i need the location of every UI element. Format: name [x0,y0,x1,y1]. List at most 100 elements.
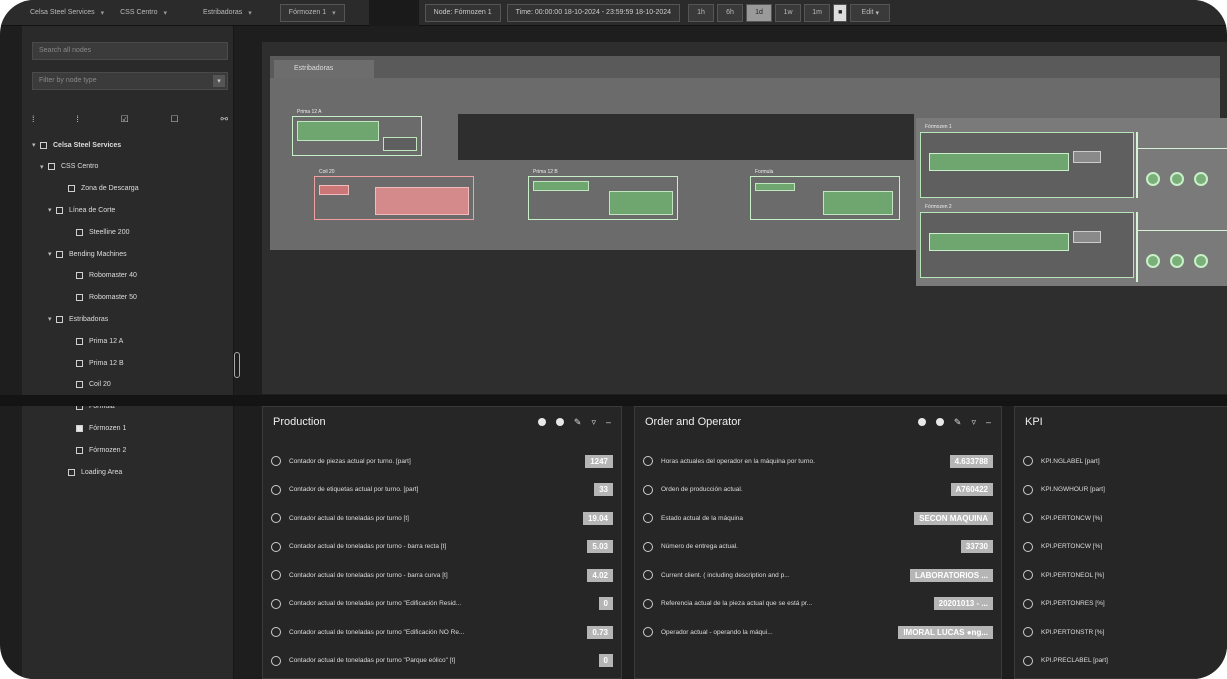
tree-node-checkbox[interactable] [76,337,83,345]
list-item[interactable]: Contador actual de toneladas por turno [… [271,508,613,528]
tree-node-checkbox[interactable] [40,141,47,149]
time-range-field[interactable]: Time: 00:00:00 18-10-2024 - 23:59:59 18-… [506,3,681,22]
collapse-all-icon[interactable]: ⁞ [76,114,79,124]
tree-node-checkbox[interactable] [76,359,83,367]
range-button-1d[interactable]: 1d [746,3,773,22]
list-item[interactable]: Contador actual de toneladas por turno -… [271,565,613,585]
edit-icon[interactable]: ✎ [954,417,962,428]
tree-node-checkbox[interactable] [56,315,63,323]
tab-estribadoras[interactable]: Estribadoras [274,60,374,78]
tree-node[interactable]: Zona de Descarga [60,182,139,196]
tree-node[interactable]: Robomaster 40 [68,269,137,283]
list-item[interactable]: Current client. ( including description … [643,565,993,585]
mode-dropdown[interactable]: Edit ▾ [850,3,891,22]
list-item[interactable]: Contador actual de toneladas por turno -… [271,537,613,557]
list-item[interactable]: KPI.NGLABEL [part] [1023,451,1219,471]
list-item[interactable]: Contador actual de toneladas por turno "… [271,622,613,642]
list-item[interactable]: KPI.PERTONRES [%] [1023,594,1219,614]
tree-node[interactable]: Coil 20 [68,378,111,392]
tree-node[interactable]: Loading Area [60,465,122,479]
list-item[interactable]: Orden de producción actual. A760422 [643,480,993,500]
tree-node[interactable]: ▾ Celsa Steel Services [32,138,121,152]
chevron-down-icon[interactable]: ▾ [48,250,56,258]
tree-node-checkbox[interactable] [56,206,63,214]
machine-coil-20[interactable]: Coil 20 [314,169,474,220]
chevron-down-icon[interactable]: ▾ [32,141,40,149]
tree-node-checkbox[interactable] [48,163,55,171]
tree-node-checkbox[interactable] [76,294,83,302]
tree-node[interactable]: ▾ Línea de Corte [48,203,115,217]
tree-node-checkbox[interactable] [56,250,63,258]
sidebar-collapse-handle[interactable] [234,352,240,378]
tree-node[interactable]: ▾ Estribadoras [48,312,108,326]
tree-node-checkbox[interactable] [76,381,83,389]
list-item[interactable]: Número de entrega actual. 33730 [643,537,993,557]
list-item[interactable]: KPI.PERTONCW [%] [1023,508,1219,528]
breadcrumb-site[interactable]: CSS Centro ▾ [112,0,175,25]
tree-node-checkbox[interactable] [76,446,83,454]
list-item[interactable]: KPI.NGWHOUR [part] [1023,480,1219,500]
list-item[interactable]: KPI.PERTONSTR [%] [1023,622,1219,642]
list-item[interactable]: Contador de piezas actual por turno. [pa… [271,451,613,471]
range-button-1h[interactable]: 1h [688,3,715,22]
save-icon[interactable]: ■ [833,3,848,22]
machine-prima-12a[interactable]: Prima 12 A [292,109,422,156]
filter-icon[interactable]: ▿ [591,417,596,428]
tree-node-checkbox[interactable] [76,272,83,280]
tree-node[interactable]: Prima 12 B [68,356,124,370]
list-item[interactable]: Operador actual - operando la máqui... IM… [643,622,993,642]
tree-node-checkbox[interactable] [68,468,75,476]
tree-node[interactable]: Prima 12 A [68,334,123,348]
expand-all-icon[interactable]: ⁞ [32,114,35,124]
tree-node-checkbox[interactable] [76,424,83,432]
node-field[interactable]: Node: Fórmozen 1 [424,3,501,22]
breadcrumb-company[interactable]: Celsa Steel Services ▾ [0,0,112,25]
machine-formula[interactable]: Formula [750,169,900,220]
machine-formozen-1[interactable]: Fórmozen 1 [920,124,1134,198]
coil-wheel-icon [1170,254,1184,268]
list-item[interactable]: KPI.PRECLABEL [part] [1023,651,1219,671]
tree-node-checkbox[interactable] [68,185,75,193]
list-item[interactable]: KPI.PERTONCW [%] [1023,537,1219,557]
tree-node[interactable]: ▾ Bending Machines [48,247,127,261]
range-button-1w[interactable]: 1w [775,3,802,22]
uncheck-all-icon[interactable]: ☐ [171,114,179,125]
breadcrumb-machine[interactable]: Fórmozen 1 ▾ [279,3,345,22]
node-type-filter[interactable]: Filter by node type ▾ [32,72,228,90]
machine-label: Fórmozen 1 [925,124,952,130]
info-icon[interactable] [917,418,926,426]
tree-node-label: Bending Machines [69,250,127,258]
link-icon[interactable]: ⚯ [220,114,228,125]
minimize-icon[interactable]: – [986,417,991,427]
range-button-1m[interactable]: 1m [804,3,831,22]
edit-icon[interactable]: ✎ [574,417,582,428]
list-item[interactable]: Contador actual de toneladas por turno "… [271,651,613,671]
list-item[interactable]: Horas actuales del operador en la máquin… [643,451,993,471]
tree-node-checkbox[interactable] [76,228,83,236]
machine-prima-12b[interactable]: Prima 12 B [528,169,678,220]
chevron-down-icon[interactable]: ▾ [48,315,56,323]
range-button-6h[interactable]: 6h [717,3,744,22]
check-all-icon[interactable]: ☑ [121,114,129,125]
tree-node[interactable]: Fórmozen 2 [68,443,126,457]
list-item[interactable]: Contador actual de toneladas por turno "… [271,594,613,614]
tree-node[interactable]: ▾ CSS Centro [40,160,98,174]
chevron-down-icon[interactable]: ▾ [48,206,56,214]
filter-icon[interactable]: ▿ [971,417,976,428]
machine-formozen-2[interactable]: Fórmozen 2 [920,204,1134,278]
search-input[interactable]: Search all nodes [32,42,228,60]
tree-node[interactable]: Steelline 200 [68,225,129,239]
settings-icon[interactable] [555,418,564,426]
info-icon[interactable] [537,418,546,426]
tree-node[interactable]: Robomaster 50 [68,291,137,305]
settings-icon[interactable] [935,418,944,426]
node-type-filter-placeholder: Filter by node type [39,77,97,84]
chevron-down-icon[interactable]: ▾ [40,163,48,171]
list-item[interactable]: Referencia actual de la pieza actual que… [643,594,993,614]
list-item[interactable]: Estado actual de la máquina SECON MAQUINA [643,508,993,528]
minimize-icon[interactable]: – [606,417,611,427]
tree-node[interactable]: Fórmozen 1 [68,421,126,435]
list-item[interactable]: KPI.PERTONEOL [%] [1023,565,1219,585]
list-item[interactable]: Contador de etiquetas actual por turno. … [271,480,613,500]
breadcrumb-area[interactable]: Estribadoras ▾ [195,0,260,25]
